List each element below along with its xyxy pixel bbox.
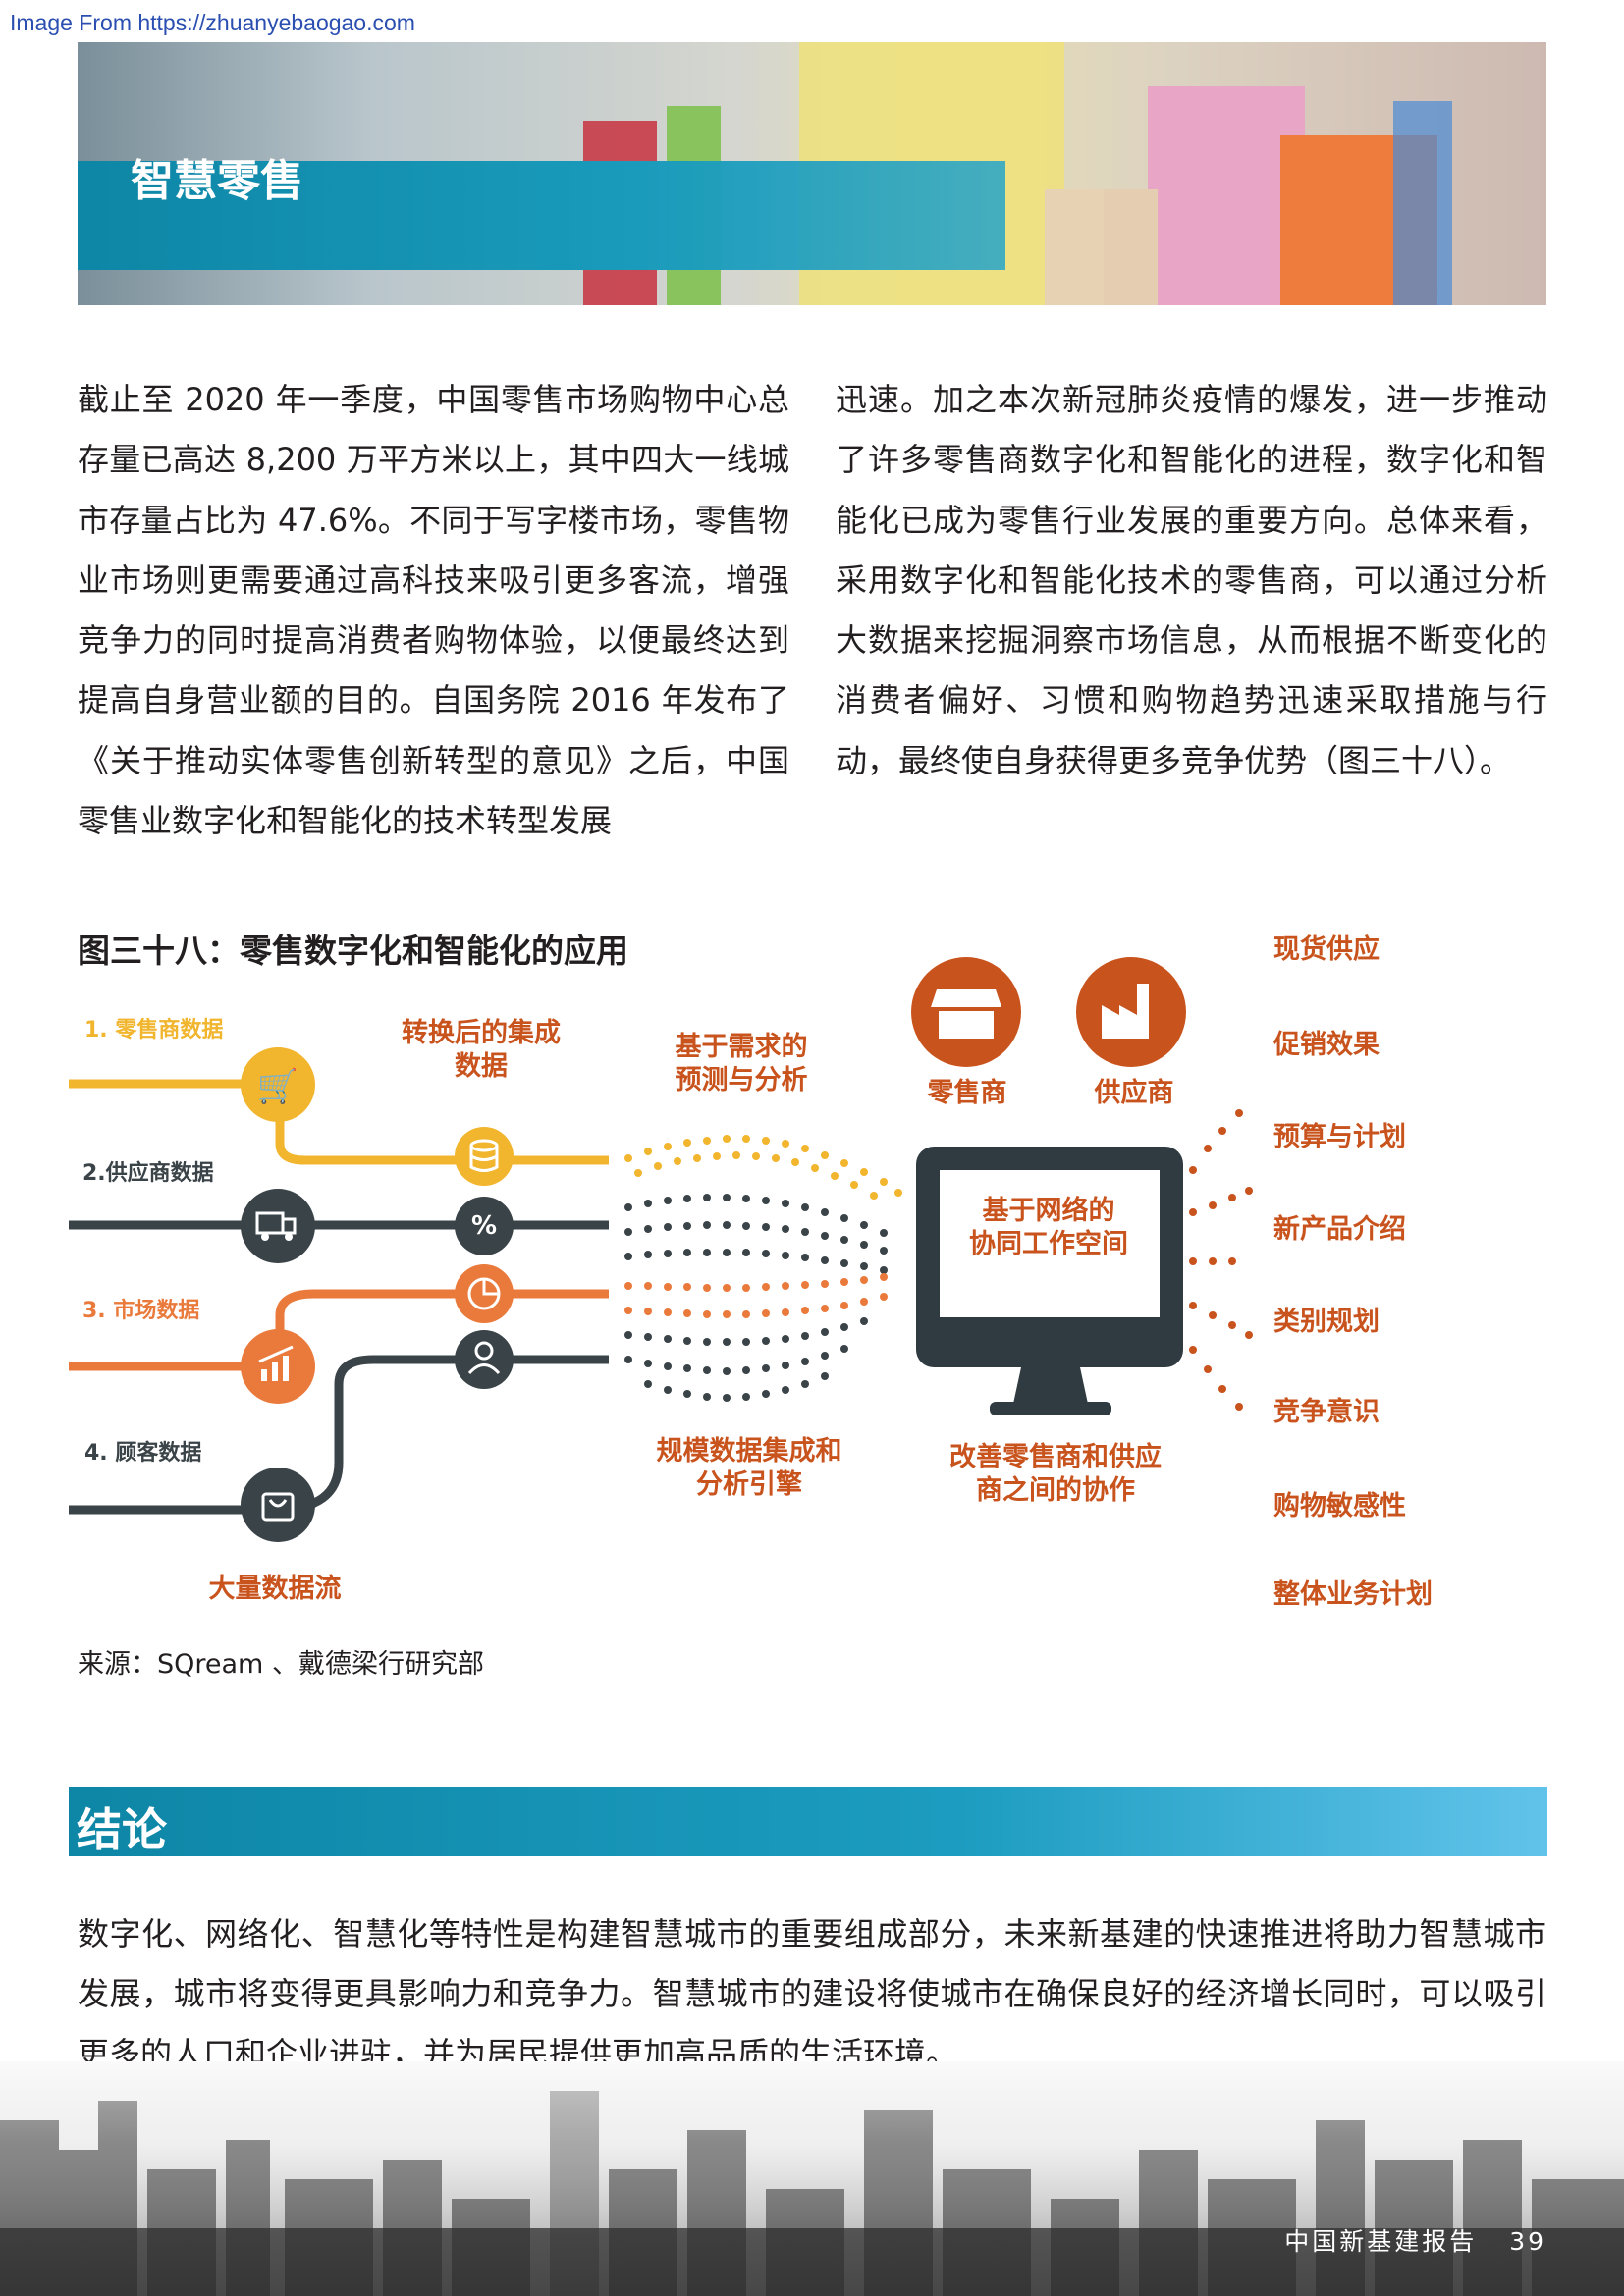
truck-icon bbox=[241, 1189, 315, 1263]
section-title: 智慧零售 bbox=[131, 156, 303, 206]
outcome-item: 类别规划 bbox=[1273, 1307, 1380, 1337]
converted-data-label: 转换后的集成 数据 bbox=[402, 1018, 561, 1082]
svg-text:🛒: 🛒 bbox=[257, 1067, 298, 1106]
storefront-icon bbox=[911, 957, 1021, 1067]
forecast-label: 基于需求的 预测与分析 bbox=[675, 1032, 808, 1095]
analytics-engine-label: 规模数据集成和 分析引擎 bbox=[656, 1436, 842, 1500]
factory-icon bbox=[1076, 957, 1186, 1067]
page-number: 39 bbox=[1509, 2227, 1546, 2256]
outcome-item: 现货供应 bbox=[1273, 934, 1380, 965]
source-retailer-data: 1. 零售商数据 bbox=[84, 1018, 224, 1042]
database-icon bbox=[455, 1127, 514, 1186]
data-dot-cloud bbox=[624, 1135, 902, 1402]
source-supplier-data: 2.供应商数据 bbox=[82, 1161, 214, 1186]
report-name: 中国新基建报告 bbox=[1284, 2227, 1478, 2256]
growth-chart-icon bbox=[241, 1329, 315, 1404]
cart-icon: 🛒 bbox=[241, 1047, 315, 1122]
monitor-icon bbox=[916, 1147, 1183, 1415]
body-text-right: 迅速。加之本次新冠肺炎疫情的爆发，进一步推动了许多零售商数字化和智能化的进程，数… bbox=[836, 381, 1547, 779]
collaboration-label: 改善零售商和供应 商之间的协作 bbox=[949, 1442, 1162, 1506]
conclusion-bar bbox=[69, 1787, 1547, 1856]
outcome-item: 整体业务计划 bbox=[1273, 1579, 1433, 1610]
outcome-item: 竞争意识 bbox=[1273, 1397, 1380, 1427]
source-market-data: 3. 市场数据 bbox=[82, 1299, 200, 1323]
outcome-item: 预算与计划 bbox=[1273, 1122, 1406, 1152]
person-icon bbox=[455, 1330, 514, 1389]
source-watermark[interactable]: Image From https://zhuanyebaogao.com bbox=[10, 10, 415, 36]
conclusion-title: 结论 bbox=[77, 1803, 167, 1856]
shopping-bag-icon bbox=[241, 1468, 315, 1542]
percent-symbol: % bbox=[470, 1211, 498, 1241]
page-footer: 中国新基建报告 39 bbox=[1284, 2222, 1546, 2258]
body-text-left: 截止至 2020 年一季度，中国零售市场购物中心总存量已高达 8,200 万平方… bbox=[78, 381, 789, 840]
figure-source: 来源：SQream 、戴德梁行研究部 bbox=[78, 1649, 484, 1680]
collab-workspace-label: 基于网络的 协同工作空间 bbox=[969, 1196, 1128, 1259]
city-skyline-image bbox=[0, 2061, 1624, 2296]
supplier-label: 供应商 bbox=[1094, 1078, 1174, 1108]
big-data-flow-label: 大量数据流 bbox=[208, 1574, 342, 1604]
pie-chart-icon bbox=[455, 1264, 514, 1323]
conclusion-text: 数字化、网络化、智慧化等特性是构建智慧城市的重要组成部分，未来新基建的快速推进将… bbox=[78, 1915, 1546, 2072]
retailer-label: 零售商 bbox=[927, 1078, 1007, 1108]
source-customer-data: 4. 顾客数据 bbox=[84, 1441, 202, 1466]
outcome-item: 新产品介绍 bbox=[1273, 1214, 1406, 1245]
outcome-fan-dots bbox=[1189, 1109, 1253, 1411]
outcome-item: 购物敏感性 bbox=[1273, 1491, 1406, 1522]
outcome-item: 促销效果 bbox=[1273, 1030, 1380, 1060]
infographic: 🛒 1. 零售商数据 2.供应商数据 3. 市场数据 4. 顾客数据 转换后的集… bbox=[0, 913, 1624, 1620]
